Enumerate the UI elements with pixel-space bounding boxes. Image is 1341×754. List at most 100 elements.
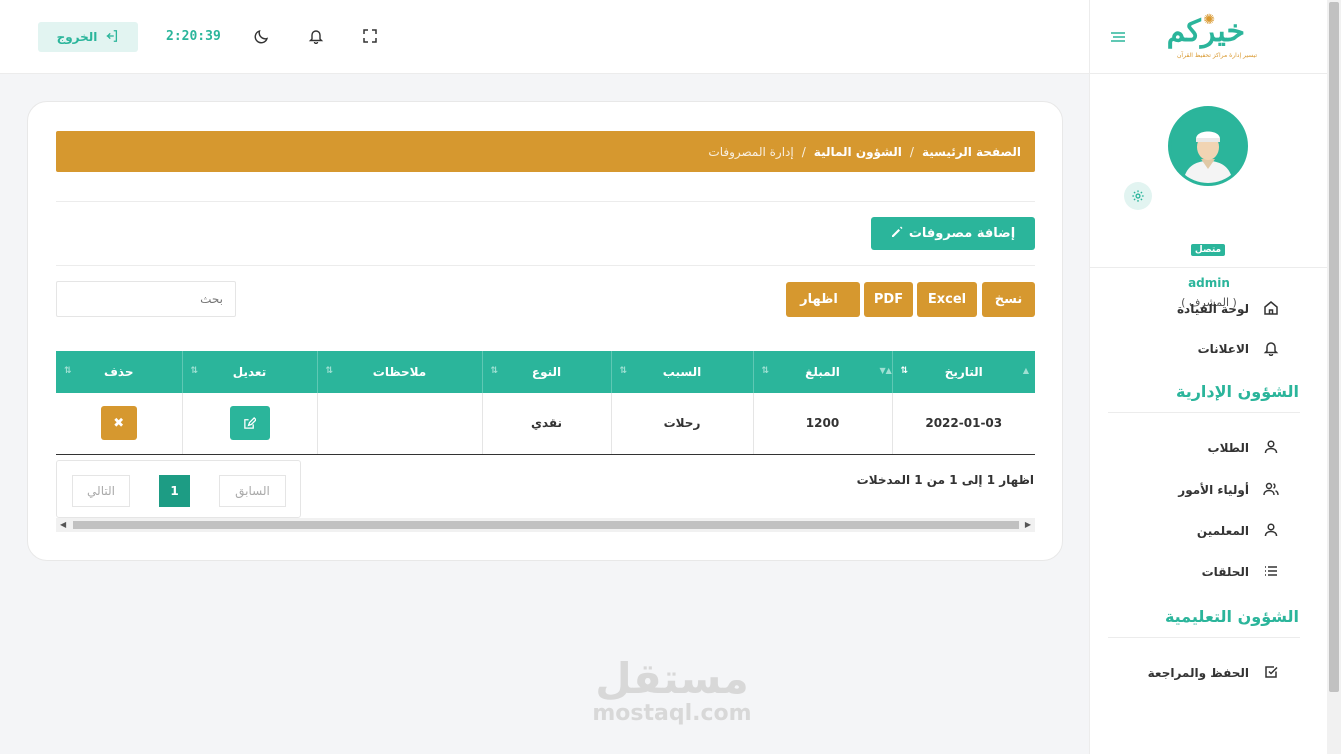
cell-reason: رحلات <box>610 393 753 455</box>
column-header-type[interactable]: النوع ⇅ <box>481 351 611 393</box>
logout-button[interactable]: الخروج <box>38 22 138 52</box>
column-header-edit[interactable]: تعديل ⇅ <box>181 351 317 393</box>
header-label: حذف <box>103 365 134 379</box>
add-expense-button[interactable]: إضافة مصروفات <box>871 217 1035 250</box>
fullscreen-icon[interactable] <box>360 26 380 46</box>
sort-icon: ⇅ <box>64 366 72 376</box>
column-header-reason[interactable]: السبب ⇅ <box>610 351 753 393</box>
list-icon <box>1263 563 1279 582</box>
cell-notes <box>316 393 482 455</box>
breadcrumb-home[interactable]: الصفحة الرئيسية <box>922 145 1021 159</box>
bell-icon[interactable] <box>306 26 326 46</box>
sidebar-item-announcements[interactable]: الاعلانات <box>1198 337 1279 361</box>
users-icon <box>1263 481 1279 500</box>
sidebar-item-label: الحفظ والمراجعة <box>1147 666 1249 680</box>
sidebar-item-label: الطلاب <box>1207 441 1249 455</box>
cell-amount: 1200 <box>752 393 892 455</box>
table-horizontal-scrollbar[interactable]: ◀ ▶ <box>56 518 1035 532</box>
avatar <box>1168 106 1248 186</box>
sidebar-item-label: المعلمين <box>1196 524 1249 538</box>
page-scrollbar[interactable] <box>1327 0 1341 754</box>
sort-asc-icon: ▲ <box>1022 366 1029 375</box>
breadcrumb: الصفحة الرئيسية / الشؤون المالية / إدارة… <box>56 131 1035 172</box>
scroll-right-icon[interactable]: ▶ <box>1025 520 1031 529</box>
section-title-education: الشؤون التعليمية <box>1164 607 1299 626</box>
sidebar-item-label: الاعلانات <box>1197 342 1249 356</box>
sort-icon: ⇅ <box>900 366 909 376</box>
excel-button[interactable]: Excel <box>917 282 977 317</box>
user-icon <box>1263 439 1279 458</box>
sort-icon: ⇅ <box>325 366 334 376</box>
divider <box>56 265 1035 266</box>
sidebar-item-guardians[interactable]: أولياء الأمور <box>1178 478 1279 502</box>
online-status-badge: متصل <box>1189 242 1227 258</box>
search-input[interactable] <box>56 281 236 317</box>
moon-icon[interactable] <box>252 26 272 46</box>
sidebar-header: ✺ خيركم تيسير إدارة مراكز تحفيظ القرآن <box>1090 0 1327 74</box>
divider <box>56 201 1035 202</box>
profile-name: admin <box>1188 276 1230 290</box>
logout-label: الخروج <box>56 30 98 44</box>
breadcrumb-separator: / <box>909 144 914 159</box>
sidebar-item-label: لوحة القيادة <box>1176 302 1249 316</box>
breadcrumb-separator: / <box>801 144 806 159</box>
previous-page-button[interactable]: السابق <box>219 475 286 507</box>
scroll-left-icon[interactable]: ◀ <box>60 520 66 529</box>
menu-toggle-icon[interactable] <box>1110 30 1126 49</box>
home-icon <box>1263 300 1279 319</box>
top-bar: الخروج 2:20:39 <box>0 0 1089 74</box>
delete-button[interactable]: ✖ <box>100 406 137 441</box>
sidebar-item-dashboard[interactable]: لوحة القيادة <box>1177 297 1279 321</box>
pencil-icon <box>891 226 903 242</box>
table-row: 2022-01-03 1200 رحلات نقدي ✖ <box>56 393 1035 455</box>
header-label: ملاحظات <box>372 365 427 379</box>
column-header-notes[interactable]: ملاحظات ⇅ <box>316 351 482 393</box>
breadcrumb-current: إدارة المصروفات <box>708 144 794 159</box>
sidebar: ✺ خيركم تيسير إدارة مراكز تحفيظ القرآن م… <box>1089 0 1327 754</box>
divider <box>1108 412 1300 413</box>
breadcrumb-finance[interactable]: الشؤون المالية <box>814 145 902 159</box>
logo: خيركم <box>1166 14 1245 49</box>
column-header-date[interactable]: ▲ التاريخ ⇅ <box>891 351 1035 393</box>
logo-tagline: تيسير إدارة مراكز تحفيظ القرآن <box>1177 52 1257 59</box>
sort-icon: ⇅ <box>490 366 499 376</box>
sidebar-item-teachers[interactable]: المعلمين <box>1197 519 1279 543</box>
sort-icon: ⇅ <box>761 366 770 376</box>
edit-icon <box>244 416 256 429</box>
close-icon: ✖ <box>113 415 125 431</box>
header-label: تعديل <box>232 365 267 379</box>
column-header-delete[interactable]: حذف ⇅ <box>56 351 182 393</box>
column-header-amount[interactable]: المبلغ ⇅ ▲▼ <box>752 351 892 393</box>
pagination: السابق 1 التالي <box>56 460 301 518</box>
add-expense-label: إضافة مصروفات <box>908 226 1016 241</box>
sort-icon: ⇅ <box>190 366 199 376</box>
watermark-latin: mostaql.com <box>592 701 752 726</box>
user-icon <box>1263 522 1279 541</box>
copy-button[interactable]: نسخ <box>982 282 1035 317</box>
sidebar-item-memorization[interactable]: الحفظ والمراجعة <box>1148 661 1279 685</box>
content-card: الصفحة الرئيسية / الشؤون المالية / إدارة… <box>27 101 1063 561</box>
scrollbar-thumb[interactable] <box>1329 2 1339 692</box>
table-info: اظهار 1 إلى 1 من 1 المدخلات <box>856 473 1034 487</box>
current-page-button[interactable]: 1 <box>159 475 190 507</box>
header-label: النوع <box>531 365 562 379</box>
pdf-button[interactable]: PDF <box>864 282 913 317</box>
watermark-arabic: مستقل <box>595 654 749 703</box>
sort-icon: ▲▼ <box>879 366 892 375</box>
sidebar-item-circles[interactable]: الحلقات <box>1202 560 1279 584</box>
profile-panel: متصل admin ( المشرف ) <box>1090 74 1327 309</box>
edit-button[interactable] <box>229 406 270 441</box>
settings-gear-icon[interactable] <box>1124 182 1152 210</box>
clock: 2:20:39 <box>166 29 221 44</box>
show-columns-button[interactable]: اظهار <box>786 282 860 317</box>
logout-icon <box>105 29 119 46</box>
section-title-admin: الشؤون الإدارية <box>1176 382 1299 401</box>
show-columns-label: اظهار <box>800 292 838 307</box>
sidebar-item-students[interactable]: الطلاب <box>1208 436 1279 460</box>
divider <box>1108 637 1300 638</box>
scrollbar-thumb[interactable] <box>73 521 1019 529</box>
next-page-button[interactable]: التالي <box>72 475 130 507</box>
watermark: مستقل mostaql.com <box>584 656 760 726</box>
sidebar-item-label: الحلقات <box>1201 565 1249 579</box>
sidebar-item-label: أولياء الأمور <box>1178 483 1249 497</box>
